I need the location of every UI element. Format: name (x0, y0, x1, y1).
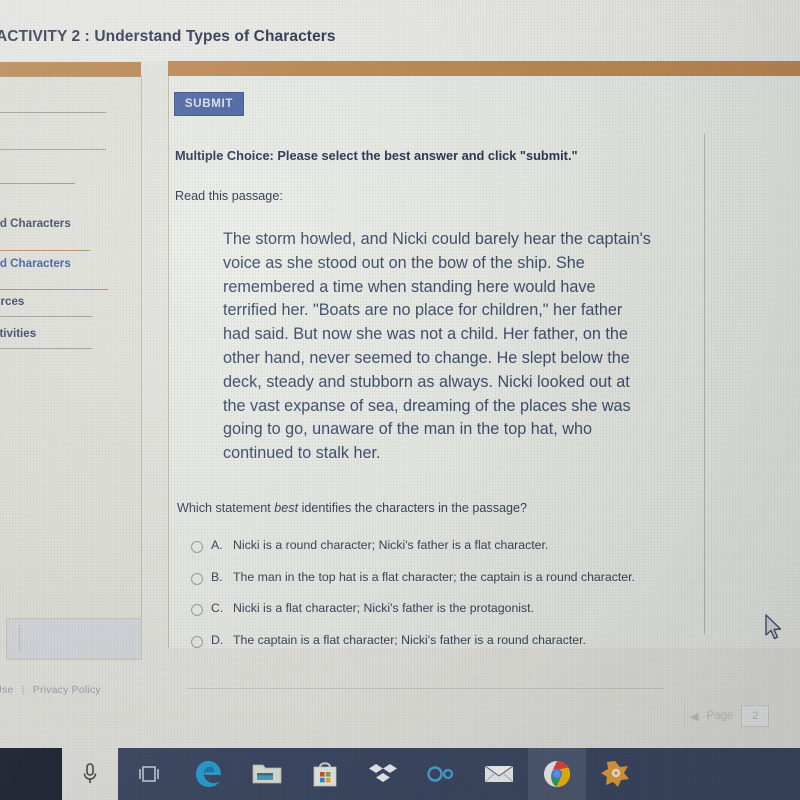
microsoft-store-icon (313, 762, 337, 787)
sidebar-rule (0, 250, 90, 251)
sidebar: derstand Characters derstand Characters … (0, 76, 142, 660)
taskbar-item-task-view[interactable] (120, 748, 178, 800)
taskbar-item-chrome[interactable] (528, 748, 586, 800)
windows-taskbar (0, 748, 800, 800)
passage-text: The storm howled, and Nicki could barely… (223, 230, 651, 463)
option-text-d: The captain is a flat character; Nicki's… (233, 632, 586, 647)
footer-links: of Use | Privacy Policy (0, 684, 101, 696)
sidebar-rule (0, 348, 92, 349)
option-row-b[interactable]: B. The man in the top hat is a flat char… (191, 570, 661, 586)
task-view-icon (139, 766, 159, 782)
main-content-panel: SUBMIT Multiple Choice: Please select th… (168, 76, 800, 689)
pager: ◀ Page 2 (690, 705, 770, 727)
option-letter-d: D. (211, 632, 224, 647)
screen-photo: ACTIVITY 2 : Understand Types of Charact… (0, 0, 800, 800)
pager-prev-icon[interactable]: ◀ (690, 710, 698, 723)
taskbar-item-dropbox[interactable] (354, 748, 412, 800)
sidebar-item-label: t Resources (0, 295, 25, 308)
sidebar-rule (0, 112, 106, 113)
taskbar-item-file-explorer[interactable] (238, 748, 296, 800)
sidebar-item-understand-characters-1[interactable]: derstand Characters (0, 216, 108, 232)
submit-button[interactable]: SUBMIT (174, 92, 244, 116)
taskbar-item-microsoft-store[interactable] (296, 748, 354, 800)
option-text-c: Nicki is a flat character; Nicki's fathe… (233, 601, 535, 615)
content-vertical-divider (704, 134, 705, 634)
sidebar-item-additional-activities[interactable]: onal Activities (0, 327, 108, 342)
radio-button-icon-a[interactable] (191, 541, 203, 553)
sidebar-item-label: derstand Characters (0, 257, 71, 270)
infinity-icon (427, 766, 454, 782)
taskbar-item-edge[interactable] (180, 748, 238, 800)
terms-of-use-link[interactable]: of Use (0, 684, 14, 696)
sidebar-item-student-resources[interactable]: t Resources (0, 295, 108, 310)
option-row-c[interactable]: C. Nicki is a flat character; Nicki's fa… (191, 601, 661, 617)
taskbar-item-avast[interactable] (586, 748, 644, 800)
question-suffix: identifies the characters in the passage… (298, 501, 528, 515)
edge-icon (196, 761, 221, 787)
question-emphasis: best (274, 501, 299, 515)
dropbox-icon (369, 764, 397, 782)
page-number-input[interactable]: 2 (741, 705, 770, 727)
option-row-a[interactable]: A. Nicki is a round character; Nicki's f… (191, 538, 661, 554)
sidebar-rule (0, 149, 106, 150)
taskbar-item-microphone[interactable] (62, 748, 118, 800)
file-explorer-icon (252, 764, 282, 784)
microphone-icon (83, 763, 97, 783)
option-text-a: Nicki is a round character; Nicki's fath… (233, 538, 549, 552)
radio-button-icon-c[interactable] (191, 604, 203, 616)
accent-band-right (168, 61, 800, 76)
pager-label: Page (706, 710, 734, 722)
start-button[interactable] (0, 748, 62, 800)
mouse-cursor-icon (765, 614, 782, 640)
option-letter-c: C. (211, 601, 224, 615)
footer-separator: | (21, 684, 25, 696)
radio-button-icon-b[interactable] (191, 572, 203, 585)
sidebar-rule (0, 316, 92, 317)
option-letter-b: B. (211, 569, 223, 584)
activity-title-bar: ACTIVITY 2 : Understand Types of Charact… (0, 0, 800, 62)
read-passage-prompt: Read this passage: (175, 189, 283, 203)
radio-button-icon-d[interactable] (191, 635, 203, 648)
taskbar-item-infinity[interactable] (412, 748, 470, 800)
avast-icon (601, 761, 629, 787)
privacy-policy-link[interactable]: Privacy Policy (33, 684, 101, 696)
options-bottom-rule (187, 688, 663, 689)
question-prefix: Which statement (177, 501, 275, 515)
answer-options-list: A. Nicki is a round character; Nicki's f… (191, 538, 661, 664)
mail-icon (484, 765, 514, 783)
chrome-icon (544, 761, 570, 787)
sidebar-item-label: derstand Characters (0, 217, 71, 230)
question-text: Which statement best identifies the char… (177, 501, 527, 515)
pager-divider (684, 703, 685, 727)
sidebar-item-understand-characters-2[interactable]: derstand Characters (0, 256, 108, 272)
sidebar-panel-tick (19, 625, 20, 651)
accent-band-left (0, 62, 141, 76)
taskbar-item-mail[interactable] (470, 748, 528, 800)
instruction-text: Multiple Choice: Please select the best … (175, 148, 578, 163)
option-row-d[interactable]: D. The captain is a flat character; Nick… (191, 633, 661, 649)
option-letter-a: A. (211, 538, 223, 552)
option-text-b: The man in the top hat is a flat charact… (233, 569, 635, 584)
sidebar-rule (0, 183, 75, 184)
sidebar-bottom-panel (6, 618, 142, 660)
sidebar-rule (0, 76, 141, 77)
sidebar-item-label: onal Activities (0, 327, 37, 340)
sidebar-rule (0, 289, 108, 290)
page-title: ACTIVITY 2 : Understand Types of Charact… (0, 28, 336, 45)
